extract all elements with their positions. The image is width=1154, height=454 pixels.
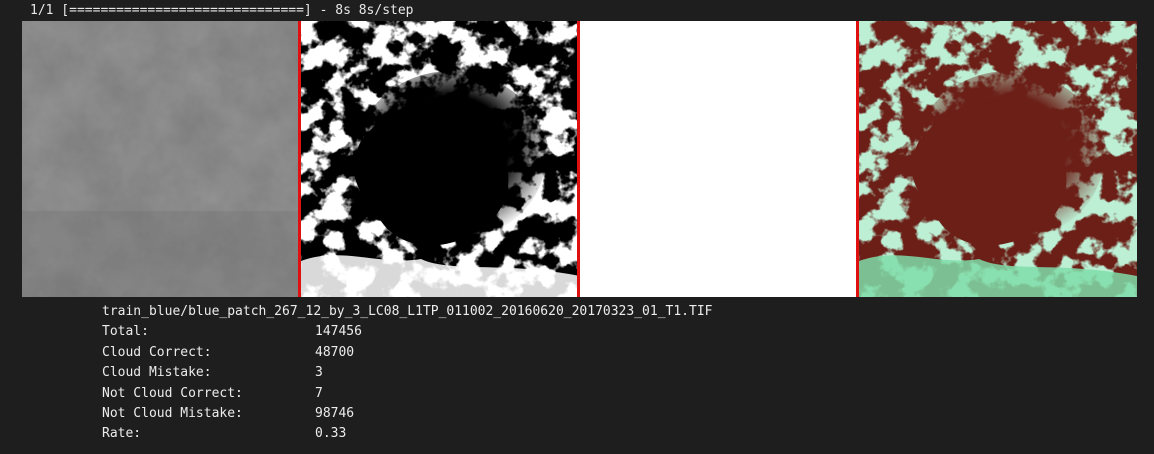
predicted-mask-svg [301, 21, 580, 297]
ground-truth-mask [580, 21, 859, 297]
stat-value: 98746 [315, 406, 355, 422]
stat-label: Rate: [102, 426, 142, 442]
stat-row: Cloud Correct: 48700 [102, 343, 712, 363]
stat-label: Cloud Correct: [102, 344, 212, 360]
stat-row: Total: 147456 [102, 322, 712, 342]
stat-value: 48700 [315, 344, 355, 360]
stat-label: Not Cloud Mistake: [102, 406, 243, 422]
overlay-comparison [859, 21, 1137, 297]
image-panels [22, 21, 1137, 297]
stat-row: Not Cloud Mistake: 98746 [102, 404, 712, 424]
stat-value: 7 [315, 385, 323, 401]
image-filename: train_blue/blue_patch_267_12_by_3_LC08_L… [102, 304, 713, 319]
prediction-stats: train_blue/blue_patch_267_12_by_3_LC08_L… [102, 302, 712, 445]
stat-label: Total: [102, 324, 149, 340]
stat-rows: Total: 147456 Cloud Correct: 48700 Cloud Mis… [102, 322, 712, 444]
stat-label: Not Cloud Correct: [102, 385, 243, 401]
stat-value: 3 [315, 365, 323, 381]
stat-label: Cloud Mistake: [102, 365, 212, 381]
predicted-cloud-mask [301, 21, 580, 297]
stat-row: Not Cloud Correct: 7 [102, 384, 712, 404]
input-blue-band-image [22, 21, 301, 297]
stat-value: 0.33 [315, 426, 347, 442]
grayscale-image-svg [22, 21, 301, 297]
stat-value: 147456 [315, 324, 362, 340]
stat-row: Cloud Mistake: 3 [102, 363, 712, 383]
ground-truth-mask-svg [580, 21, 859, 297]
overlay-svg [859, 21, 1137, 297]
stat-row: Rate: 0.33 [102, 424, 712, 444]
progress-bar-output: 1/1 [==============================] - 8… [30, 3, 414, 18]
